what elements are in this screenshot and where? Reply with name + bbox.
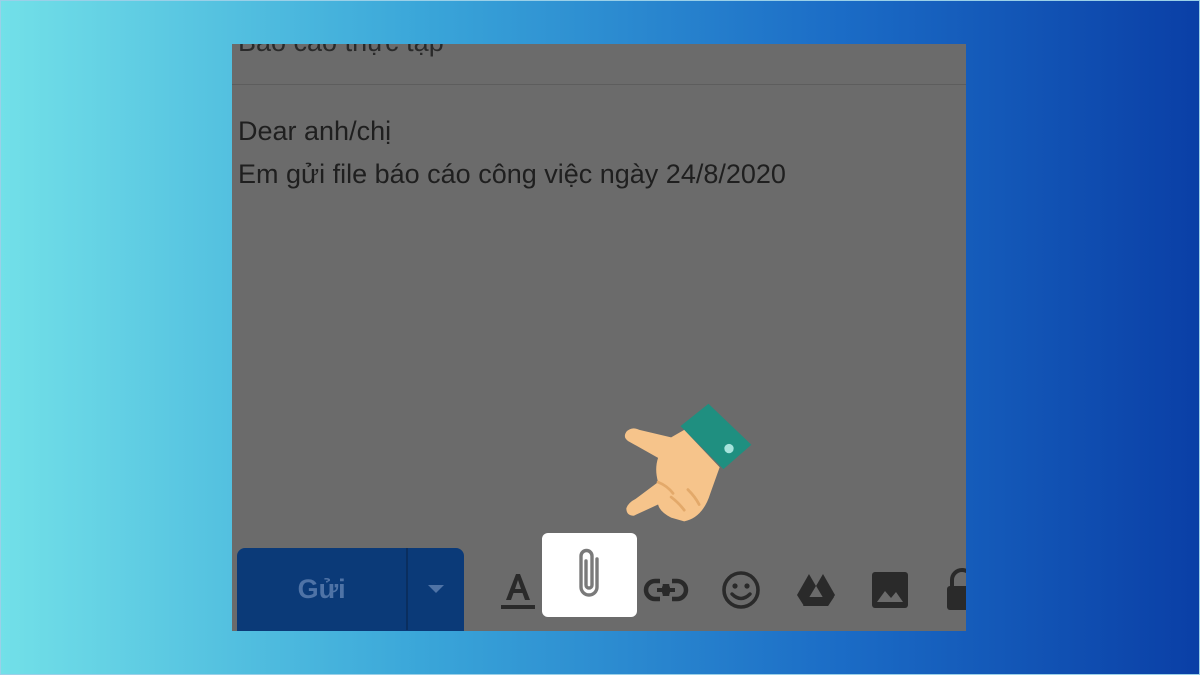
send-button-group: Gửi: [237, 548, 464, 631]
subject-field[interactable]: Báo cáo thực tập: [238, 44, 444, 62]
paperclip-icon: [578, 548, 599, 597]
compose-window: Báo cáo thực tập Dear anh/chị Em gửi fil…: [232, 44, 966, 631]
format-text-button[interactable]: [494, 564, 542, 616]
format-text-icon: [501, 574, 535, 609]
drive-button[interactable]: [792, 564, 840, 616]
image-icon: [872, 572, 908, 608]
subject-divider: [232, 84, 966, 85]
send-button[interactable]: Gửi: [237, 548, 409, 630]
drive-icon: [797, 574, 835, 606]
insert-link-button[interactable]: [642, 564, 690, 616]
insert-photo-button[interactable]: [866, 564, 914, 616]
emoji-icon: [722, 571, 760, 609]
pointing-hand-icon: [624, 403, 752, 522]
lock-icon: [947, 568, 966, 610]
emoji-button[interactable]: [717, 564, 765, 616]
attach-button[interactable]: [542, 533, 637, 617]
dropdown-arrow-icon: [428, 585, 445, 593]
link-icon: [643, 576, 689, 604]
send-options-button[interactable]: [408, 548, 464, 630]
confidential-mode-button[interactable]: [938, 564, 966, 616]
body-line-greeting[interactable]: Dear anh/chị: [238, 116, 391, 147]
body-line-message[interactable]: Em gửi file báo cáo công việc ngày 24/8/…: [238, 159, 786, 190]
